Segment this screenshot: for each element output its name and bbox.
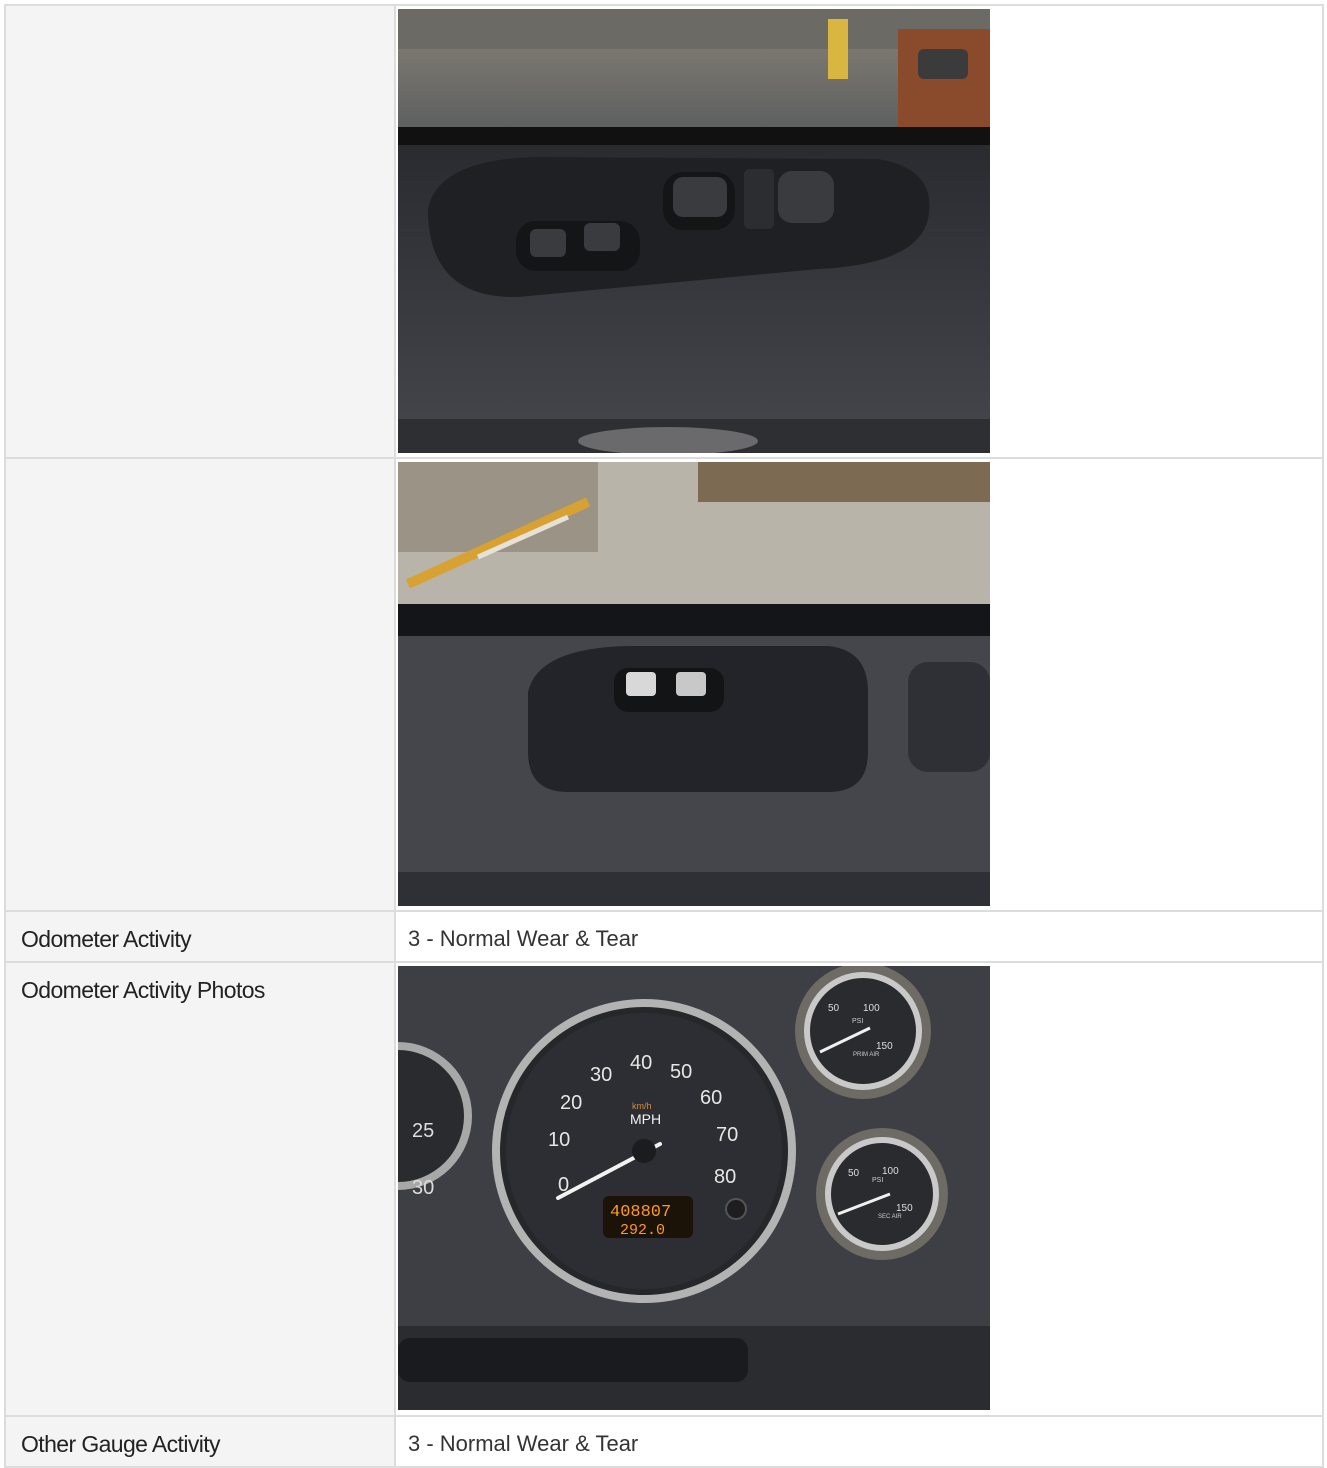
row-value: 3 - Normal Wear & Tear [396, 1417, 1324, 1466]
gauge1-tick: 50 [828, 1003, 840, 1014]
row-label: Other Gauge Activity [4, 1417, 396, 1466]
odometer-trip: 292.0 [620, 1222, 665, 1239]
speedo-tick: 20 [560, 1092, 582, 1114]
inspection-table: Odometer Activity 3 - Normal Wear & Tear… [4, 4, 1324, 1468]
speedo-tick: 60 [700, 1087, 722, 1109]
row-label [4, 459, 396, 910]
speedo-unit: MPH [630, 1111, 661, 1127]
gauge1-tick: 150 [876, 1041, 893, 1052]
table-row [4, 459, 1324, 912]
table-row: Other Gauge Activity 3 - Normal Wear & T… [4, 1417, 1324, 1468]
speedo-unit-kmh: km/h [632, 1101, 652, 1111]
table-row: Odometer Activity Photos 25 30 0 10 20 3… [4, 963, 1324, 1417]
speedo-tick: 70 [716, 1124, 738, 1146]
gauge2-tick: 150 [896, 1203, 913, 1214]
speedo-tick: 80 [714, 1166, 736, 1188]
passenger-door-window-switch-photo[interactable] [398, 462, 990, 906]
left-gauge-tick: 30 [412, 1177, 434, 1199]
gauge2-tick: 100 [882, 1166, 899, 1177]
row-label: Odometer Activity Photos [4, 963, 396, 1415]
gauge2-label: SEC AIR [878, 1214, 902, 1220]
row-photo-cell [396, 459, 1324, 910]
row-label: Odometer Activity [4, 912, 396, 961]
gauge2-tick: 50 [848, 1168, 860, 1179]
gauge2-psi: PSI [872, 1177, 883, 1184]
table-row [4, 4, 1324, 459]
speedo-tick: 10 [548, 1129, 570, 1151]
row-photo-cell: 25 30 0 10 20 30 40 50 60 70 80 MPH km/h… [396, 963, 1324, 1415]
table-row: Odometer Activity 3 - Normal Wear & Tear [4, 912, 1324, 963]
speedo-tick: 30 [590, 1064, 612, 1086]
instrument-cluster-photo[interactable]: 25 30 0 10 20 30 40 50 60 70 80 MPH km/h… [398, 966, 990, 1410]
gauge1-tick: 100 [863, 1003, 880, 1014]
row-value: 3 - Normal Wear & Tear [396, 912, 1324, 961]
driver-door-window-switch-photo[interactable] [398, 9, 990, 453]
gauge1-psi: PSI [852, 1018, 863, 1025]
speedo-tick: 50 [670, 1061, 692, 1083]
left-gauge-tick: 25 [412, 1120, 434, 1142]
row-label [4, 6, 396, 457]
speedo-tick: 40 [630, 1052, 652, 1074]
gauge1-label: PRIM AIR [853, 1052, 880, 1058]
odometer-miles: 408807 [610, 1203, 671, 1222]
row-photo-cell [396, 6, 1324, 457]
